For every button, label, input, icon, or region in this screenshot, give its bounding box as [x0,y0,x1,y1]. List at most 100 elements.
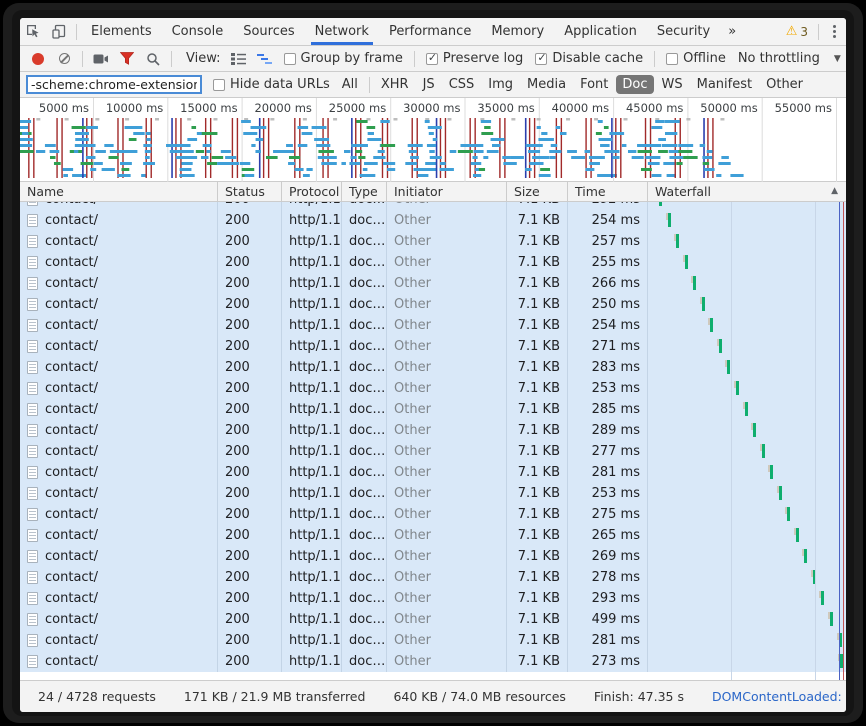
column-header-time[interactable]: Time [568,182,648,201]
initiator-cell: Other [387,294,507,315]
column-header-type[interactable]: Type [342,182,387,201]
filter-input[interactable] [26,75,202,94]
type-filter-all[interactable]: All [336,75,364,94]
table-row[interactable]: contact/200http/1.1doc…Other7.1 KB292 ms [20,202,846,210]
table-row[interactable]: contact/200http/1.1doc…Other7.1 KB293 ms [20,588,846,609]
clear-button[interactable] [52,48,76,70]
type-filter-other[interactable]: Other [760,75,809,94]
capture-screenshots-button[interactable] [89,48,113,70]
toggle-device-toolbar-button[interactable] [46,20,72,44]
type-cell-text: doc… [349,255,385,270]
table-row[interactable]: contact/200http/1.1doc…Other7.1 KB269 ms [20,546,846,567]
table-row[interactable]: contact/200http/1.1doc…Other7.1 KB250 ms [20,294,846,315]
tab-elements[interactable]: Elements [81,18,162,45]
size-cell-text: 7.1 KB [518,570,560,585]
tab-sources[interactable]: Sources [233,18,304,45]
table-row[interactable]: contact/200http/1.1doc…Other7.1 KB281 ms [20,462,846,483]
more-tabs-button[interactable]: » [720,18,744,45]
column-header-initiator[interactable]: Initiator [387,182,507,201]
type-cell-text: doc… [349,381,385,396]
type-filter-js[interactable]: JS [417,75,441,94]
table-row[interactable]: contact/200http/1.1doc…Other7.1 KB285 ms [20,399,846,420]
size-cell-text: 7.1 KB [518,633,560,648]
show-overview-button[interactable] [253,48,277,70]
name-cell: contact/ [20,202,218,210]
column-header-name[interactable]: Name [20,182,218,201]
table-row[interactable]: contact/200http/1.1doc…Other7.1 KB254 ms [20,315,846,336]
document-icon [27,550,38,563]
initiator-cell-text: Other [394,213,431,228]
time-cell-text: 255 ms [592,255,640,270]
tab-console[interactable]: Console [162,18,234,45]
tab-application[interactable]: Application [554,18,647,45]
table-row[interactable]: contact/200http/1.1doc…Other7.1 KB275 ms [20,504,846,525]
table-row[interactable]: contact/200http/1.1doc…Other7.1 KB289 ms [20,420,846,441]
type-filter-doc[interactable]: Doc [616,75,653,94]
table-row[interactable]: contact/200http/1.1doc…Other7.1 KB278 ms [20,567,846,588]
type-filter-xhr[interactable]: XHR [375,75,415,94]
status-cell: 200 [218,609,282,630]
table-row[interactable]: contact/200http/1.1doc…Other7.1 KB266 ms [20,273,846,294]
table-row[interactable]: contact/200http/1.1doc…Other7.1 KB273 ms [20,651,846,672]
waterfall-bar [745,402,748,416]
column-header-status[interactable]: Status [218,182,282,201]
waterfall-cell [648,483,846,504]
size-cell: 7.1 KB [507,630,568,651]
group-by-frame-checkbox[interactable]: Group by frame [279,51,408,66]
preserve-log-checkbox[interactable]: Preserve log [421,51,528,66]
column-header-protocol[interactable]: Protocol [282,182,342,201]
devtools-menu-button[interactable] [823,25,846,38]
status-cell: 200 [218,336,282,357]
type-filter-font[interactable]: Font [574,75,614,94]
throttling-select[interactable]: No throttling ▼ [733,51,846,66]
record-button[interactable] [26,48,50,70]
tab-security[interactable]: Security [647,18,720,45]
table-row[interactable]: contact/200http/1.1doc…Other7.1 KB283 ms [20,357,846,378]
time-cell-text: 266 ms [592,276,640,291]
document-icon [27,277,38,290]
type-filter-manifest[interactable]: Manifest [691,75,758,94]
table-row[interactable]: contact/200http/1.1doc…Other7.1 KB253 ms [20,483,846,504]
name-cell: contact/ [20,609,218,630]
table-row[interactable]: contact/200http/1.1doc…Other7.1 KB271 ms [20,336,846,357]
column-header-size[interactable]: Size [507,182,568,201]
console-warnings-badge[interactable]: ⚠ 3 [780,24,814,39]
type-filter-media[interactable]: Media [521,75,572,94]
document-icon [27,361,38,374]
offline-checkbox[interactable]: Offline [661,51,731,66]
type-filter-ws[interactable]: WS [656,75,689,94]
initiator-cell: Other [387,567,507,588]
column-header-waterfall[interactable]: Waterfall ▲ [648,182,846,201]
waterfall-gridline [731,202,732,680]
name-cell: contact/ [20,273,218,294]
type-filter-img[interactable]: Img [482,75,519,94]
inspect-element-button[interactable] [20,20,46,44]
initiator-cell: Other [387,651,507,672]
table-row[interactable]: contact/200http/1.1doc…Other7.1 KB281 ms [20,630,846,651]
table-row[interactable]: contact/200http/1.1doc…Other7.1 KB254 ms [20,210,846,231]
type-filter-css[interactable]: CSS [443,75,481,94]
divider [171,51,172,67]
table-row[interactable]: contact/200http/1.1doc…Other7.1 KB253 ms [20,378,846,399]
table-row[interactable]: contact/200http/1.1doc…Other7.1 KB265 ms [20,525,846,546]
table-row[interactable]: contact/200http/1.1doc…Other7.1 KB499 ms [20,609,846,630]
tab-performance[interactable]: Performance [379,18,481,45]
request-name: contact/ [45,633,98,648]
filter-button[interactable] [115,48,139,70]
disable-cache-checkbox[interactable]: Disable cache [530,51,648,66]
protocol-cell-text: http/1.1 [289,213,341,228]
table-row[interactable]: contact/200http/1.1doc…Other7.1 KB277 ms [20,441,846,462]
table-row[interactable]: contact/200http/1.1doc…Other7.1 KB257 ms [20,231,846,252]
initiator-cell: Other [387,420,507,441]
table-row[interactable]: contact/200http/1.1doc…Other7.1 KB255 ms [20,252,846,273]
load-event-line [843,202,844,680]
hide-data-urls-checkbox[interactable]: Hide data URLs [208,77,335,92]
type-cell: doc… [342,202,387,210]
network-filter-bar: Hide data URLs All XHR JS CSS Img Media … [20,72,846,98]
use-large-rows-button[interactable] [227,48,251,70]
network-overview-timeline[interactable]: 5000 ms10000 ms15000 ms20000 ms25000 ms3… [20,98,846,182]
type-cell: doc… [342,210,387,231]
search-button[interactable] [141,48,165,70]
tab-network[interactable]: Network [305,18,379,45]
tab-memory[interactable]: Memory [481,18,554,45]
